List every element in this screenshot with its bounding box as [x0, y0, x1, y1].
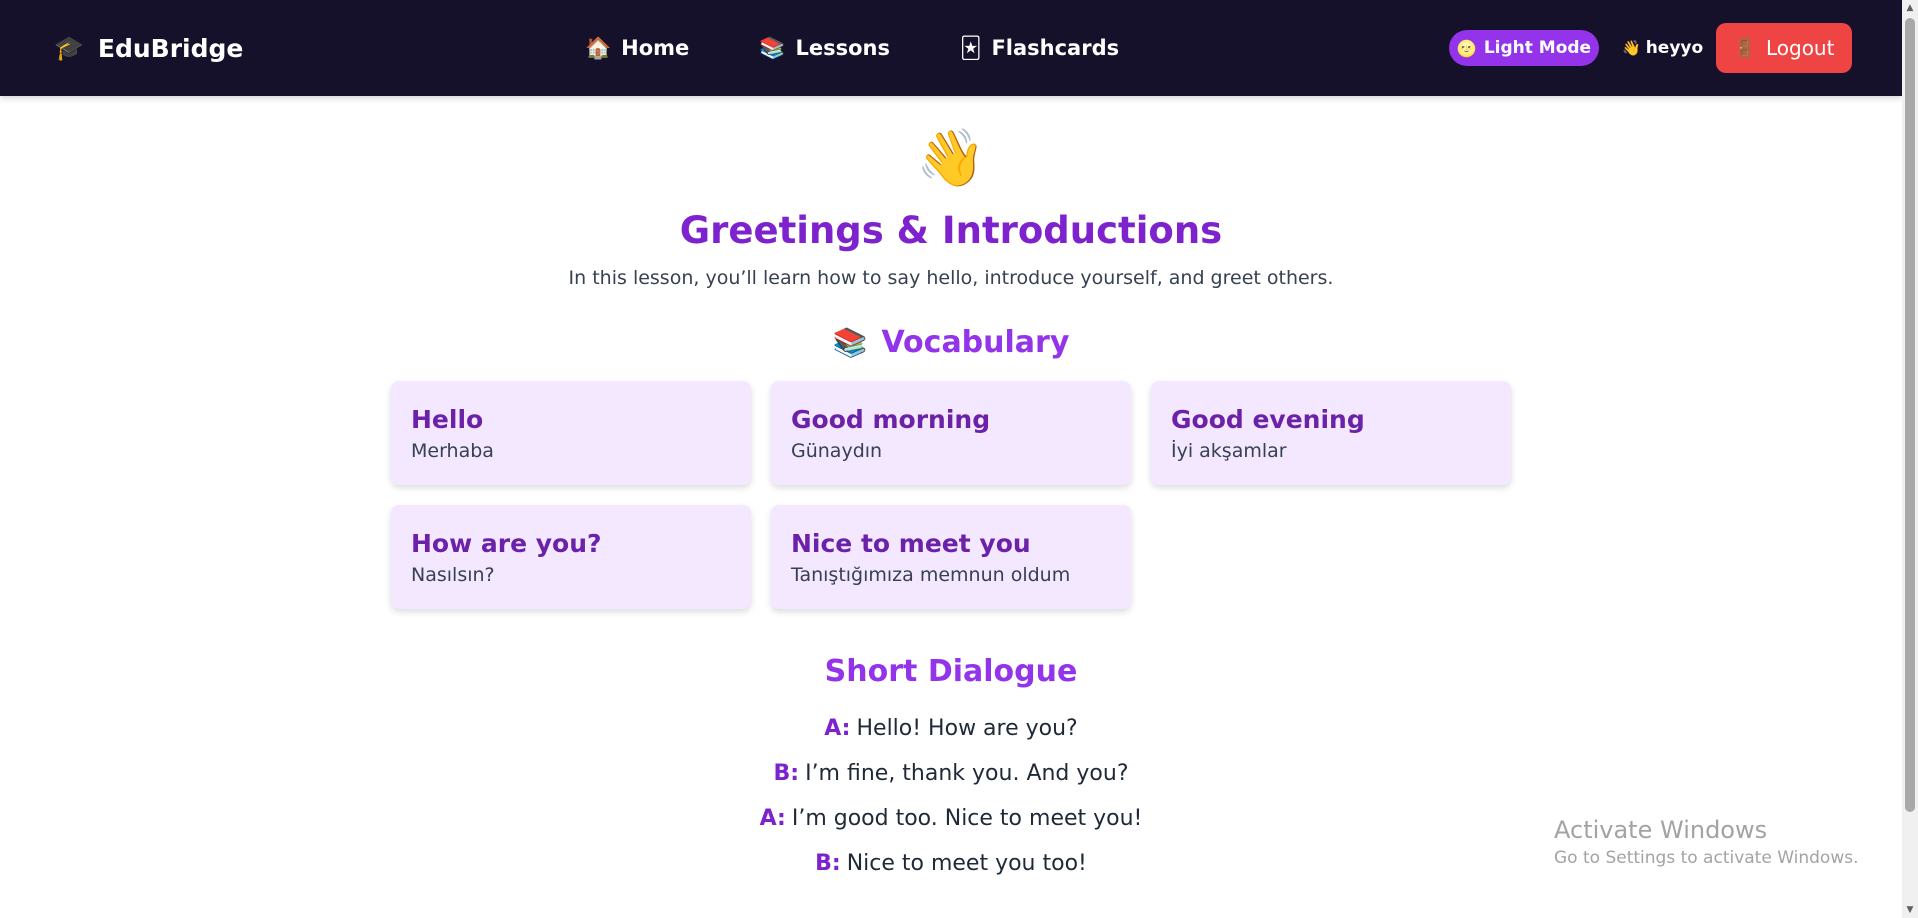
dialogue-text: I’m good too. Nice to meet you!: [791, 806, 1143, 831]
vocab-translation: Merhaba: [411, 440, 494, 462]
brand-logo[interactable]: 🎓 EduBridge: [54, 30, 243, 66]
nav-link-label: Home: [621, 36, 690, 60]
vocab-word: Good evening: [1171, 405, 1365, 434]
scroll-up-arrow-icon[interactable]: ▲: [1902, 0, 1918, 16]
nav-link-lessons[interactable]: 📚 Lessons: [759, 36, 890, 60]
dialogue-speaker: A:: [759, 806, 786, 831]
vocab-word: How are you?: [411, 529, 602, 558]
books-icon: 📚: [832, 326, 868, 359]
vocab-translation: İyi akşamlar: [1171, 440, 1287, 462]
vocab-card: Hello Merhaba: [391, 381, 751, 485]
dialogue-line: B: I’m fine, thank you. And you?: [0, 756, 1902, 801]
nav-links: 🏠 Home 📚 Lessons 🃏 Flashcards: [585, 30, 1119, 66]
waving-hand-icon: 👋: [1622, 39, 1641, 57]
vocabulary-heading-label: Vocabulary: [881, 325, 1070, 360]
graduation-cap-icon: 🎓: [54, 34, 84, 62]
user-greeting: 👋 heyyo: [1622, 30, 1703, 66]
vocab-word: Good morning: [791, 405, 991, 434]
dialogue-text: Hello! How are you?: [856, 716, 1078, 741]
vocab-card: Good evening İyi akşamlar: [1151, 381, 1511, 485]
dialogue-heading: Short Dialogue: [824, 654, 1078, 689]
vocabulary-heading: 📚 Vocabulary: [0, 322, 1902, 364]
door-icon: 🚪: [1733, 37, 1756, 59]
logout-button[interactable]: 🚪 Logout: [1716, 23, 1852, 73]
nav-link-home[interactable]: 🏠 Home: [585, 36, 689, 60]
watermark-title: Activate Windows: [1554, 816, 1768, 844]
nav-link-flashcards[interactable]: 🃏 Flashcards: [960, 36, 1119, 60]
lesson-title: Greetings & Introductions: [679, 209, 1223, 252]
house-icon: 🏠: [585, 35, 612, 60]
vocabulary-grid: Hello Merhaba Good morning Günaydın Good…: [391, 381, 1511, 609]
theme-toggle-button[interactable]: 🌝 Light Mode: [1449, 30, 1599, 66]
nav-link-label: Flashcards: [991, 36, 1120, 60]
username: heyyo: [1645, 38, 1704, 58]
vocab-translation: Nasılsın?: [411, 564, 495, 586]
books-icon: 📚: [759, 35, 786, 60]
waving-hand-icon: 👋: [916, 126, 986, 191]
activate-windows-watermark: Activate Windows Go to Settings to activ…: [1554, 814, 1859, 870]
dialogue-speaker: A:: [824, 716, 851, 741]
flashcard-icon: 🃏: [959, 35, 982, 60]
watermark-subtitle: Go to Settings to activate Windows.: [1554, 848, 1859, 868]
vocab-translation: Günaydın: [791, 440, 883, 462]
dialogue-text: I’m fine, thank you. And you?: [805, 761, 1129, 786]
vocab-card: Nice to meet you Tanıştığımıza memnun ol…: [771, 505, 1131, 609]
top-navbar: 🎓 EduBridge 🏠 Home 📚 Lessons 🃏 Flashcard…: [0, 0, 1902, 96]
dialogue-text: Nice to meet you too!: [846, 851, 1087, 876]
scroll-down-arrow-icon[interactable]: ▼: [1902, 902, 1918, 918]
logout-label: Logout: [1765, 36, 1835, 60]
lesson-description: In this lesson, you’ll learn how to say …: [568, 267, 1334, 289]
scrollbar-thumb[interactable]: [1905, 18, 1915, 812]
vocab-card: How are you? Nasılsın?: [391, 505, 751, 609]
vocab-word: Nice to meet you: [791, 529, 1031, 558]
vocab-translation: Tanıştığımıza memnun oldum: [791, 564, 1071, 586]
theme-toggle-label: Light Mode: [1483, 38, 1592, 58]
dialogue-line: A: Hello! How are you?: [0, 711, 1902, 756]
vocab-card: Good morning Günaydın: [771, 381, 1131, 485]
brand-name: EduBridge: [97, 33, 244, 63]
sun-face-icon: 🌝: [1456, 38, 1477, 58]
vertical-scrollbar[interactable]: ▲ ▼: [1902, 0, 1918, 918]
nav-link-label: Lessons: [795, 36, 890, 60]
dialogue-speaker: B:: [773, 761, 800, 786]
dialogue-speaker: B:: [815, 851, 841, 876]
vocab-word: Hello: [411, 405, 484, 434]
